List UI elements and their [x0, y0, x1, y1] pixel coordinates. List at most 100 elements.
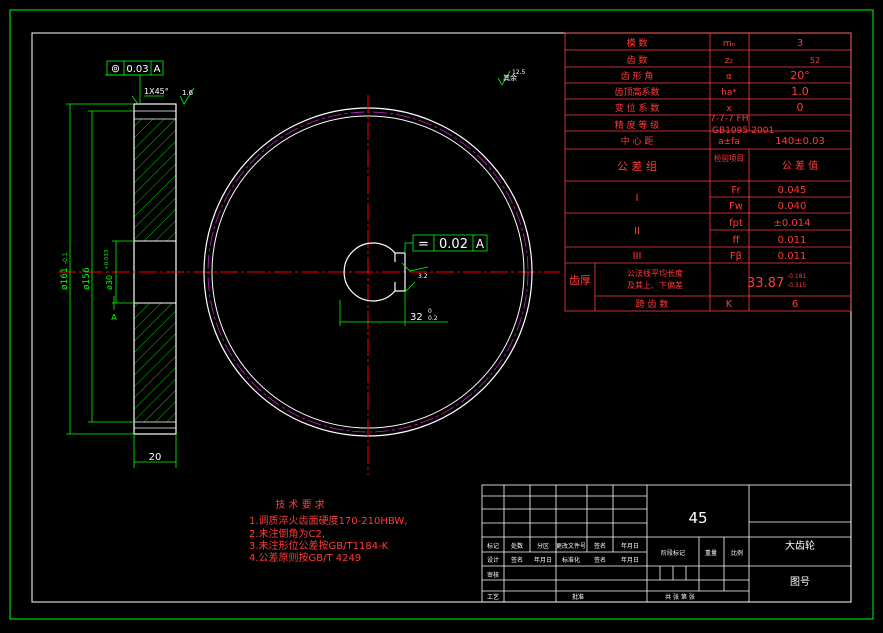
row-label-5: 精 度 等 级 — [615, 119, 660, 131]
row-symbol-2: α — [726, 72, 732, 82]
weight-label: 重量 — [705, 549, 717, 557]
roughness-top: 1.6 — [182, 89, 194, 97]
group-name-0: I — [636, 193, 639, 204]
tech-req-item-0: 1.调质淬火齿面硬度170-210HBW, — [249, 514, 407, 527]
param-table: 模 数 mₙ 3 齿 数 z₂ 52 齿 形 角 α 20° 齿顶高系数 ha*… — [564, 32, 852, 312]
title-block: 45 大齿轮 图号 标记 处数 分区 更改文件号 签名 年月日 设计 签名 年月… — [481, 484, 852, 603]
row-label-1: 齿 数 — [627, 54, 648, 66]
tech-requirements: 技 术 要 求 1.调质淬火齿面硬度170-210HBW, 2.未注倒角为C2,… — [249, 498, 407, 564]
row-symbol-4: x — [726, 104, 732, 114]
group-header: 公 差 组 — [617, 159, 657, 173]
chamfer-note: 1X45° — [144, 87, 169, 96]
span-symbol: K — [726, 299, 733, 310]
check-item-header: 检验项目 — [714, 153, 744, 163]
stage-label: 阶段标记 — [661, 549, 685, 557]
tech-req-item-2: 3.未注形位公差按GB/T1184-K — [249, 539, 389, 552]
datum-label: A — [111, 313, 117, 322]
row-value-5: GB1095-2001 — [712, 126, 774, 136]
key-tolerance-datum: A — [476, 237, 485, 251]
row2-0: 设计 — [487, 556, 499, 564]
symmetry-icon: = — [418, 237, 429, 252]
row2-2: 年月日 — [534, 556, 552, 564]
dim-width: 20 — [149, 452, 162, 463]
thickness-value: 33.87 — [747, 276, 784, 291]
group1-symbol-0: fpt — [729, 218, 743, 229]
row-value-2: 20° — [790, 69, 810, 82]
row-value-3: 1.0 — [791, 85, 809, 98]
approve-label: 批准 — [572, 593, 584, 601]
sheet-info: 共 张 第 张 — [665, 593, 695, 601]
dim-bore: ø30 — [105, 275, 114, 290]
thickness-tol-lower: -0.315 — [787, 282, 807, 289]
concentricity-icon: ⊚ — [111, 62, 120, 75]
group-name-1: II — [634, 226, 640, 237]
row2-5: 年月日 — [621, 556, 639, 564]
row2-4: 签名 — [594, 556, 606, 564]
rev-header-1: 处数 — [511, 542, 523, 550]
thickness-desc1: 公法线平均长度 — [627, 268, 683, 278]
tech-req-item-1: 2.未注倒角为C2, — [249, 527, 325, 540]
dim-outer: ø161 — [60, 267, 70, 290]
row-label-4: 变 位 系 数 — [615, 102, 660, 114]
group0-symbol-0: Fr — [731, 185, 741, 196]
row-label-6: 中 心 距 — [621, 135, 654, 147]
row-label-3: 齿顶高系数 — [614, 86, 659, 98]
group1-symbol-1: ff — [733, 235, 741, 246]
rev-header-5: 年月日 — [621, 542, 639, 550]
group0-symbol-1: Fw — [729, 201, 743, 212]
dim-outer-tol: -0.1 — [62, 252, 69, 264]
tech-req-item-3: 4.公差原则按GB/T 4249 — [249, 551, 361, 564]
thickness-tol-upper: -0.181 — [787, 273, 807, 280]
keyway-dim: 32 — [410, 312, 423, 323]
row-value-0: 3 — [797, 38, 803, 49]
rev-header-0: 标记 — [487, 542, 499, 550]
group1-value-0: ±0.014 — [773, 218, 810, 229]
row-label-0: 模 数 — [627, 37, 648, 49]
group0-value-1: 0.040 — [778, 201, 807, 212]
tech-req-title: 技 术 要 求 — [275, 498, 325, 511]
drawing-svg: ⊚ 0.03 A 1X45° 1.6 ø161 -0.1 ø156 ø30 +0… — [9, 9, 874, 620]
row-value-6: 140±0.03 — [775, 136, 825, 147]
row-symbol-5: 7-7-7 FH — [710, 114, 748, 124]
rev-header-3: 更改文件号 — [556, 542, 586, 550]
hatch-upper — [134, 119, 176, 241]
row-value-1: 52 — [810, 56, 820, 65]
keyway-roughness: 3.2 — [418, 273, 428, 280]
dim-bore-tol: +0.033 — [104, 249, 110, 270]
group1-value-1: 0.011 — [778, 235, 807, 246]
keyway-dim-tol-lower: 0.2 — [428, 315, 438, 322]
tol-value-header: 公 差 值 — [782, 159, 818, 172]
hatch-lower — [134, 303, 176, 422]
row-symbol-6: a±fa — [718, 137, 740, 147]
keyway-dim-tol-upper: 0 — [428, 308, 432, 315]
row-value-4: 0 — [797, 101, 804, 114]
cad-drawing-canvas[interactable]: ⊚ 0.03 A 1X45° 1.6 ø161 -0.1 ø156 ø30 +0… — [0, 0, 883, 629]
group2-symbol-0: Fβ — [730, 251, 742, 262]
row2-1: 签名 — [511, 556, 523, 564]
key-tolerance-value: 0.02 — [439, 237, 468, 252]
rev-header-2: 分区 — [537, 542, 549, 550]
span-label: 跨 齿 数 — [636, 298, 669, 310]
group-name-2: III — [633, 251, 642, 262]
row-symbol-0: mₙ — [723, 39, 736, 49]
material: 45 — [688, 509, 707, 527]
span-value: 6 — [792, 299, 798, 310]
thickness-label: 齿厚 — [569, 274, 591, 287]
rev-header-4: 签名 — [594, 542, 606, 550]
row-symbol-1: z₂ — [725, 56, 734, 66]
row2-3: 标准化 — [562, 556, 580, 564]
thickness-desc2: 及其上、下偏差 — [627, 280, 683, 290]
review-label: 审核 — [487, 571, 499, 579]
drawing-no-label: 图号 — [790, 576, 810, 588]
dim-root: ø156 — [82, 267, 92, 290]
row-label-2: 齿 形 角 — [621, 70, 654, 82]
roughness-corner: 12.5 — [512, 69, 526, 76]
tolerance-value: 0.03 — [126, 64, 148, 75]
tolerance-datum: A — [154, 64, 161, 75]
row-symbol-3: ha* — [721, 88, 737, 98]
side-view: ⊚ 0.03 A 1X45° 1.6 ø161 -0.1 ø156 ø30 +0… — [58, 60, 560, 468]
scale-label: 比例 — [731, 549, 743, 557]
part-name: 大齿轮 — [785, 539, 815, 552]
group0-value-0: 0.045 — [778, 185, 807, 196]
process-label: 工艺 — [487, 593, 499, 601]
